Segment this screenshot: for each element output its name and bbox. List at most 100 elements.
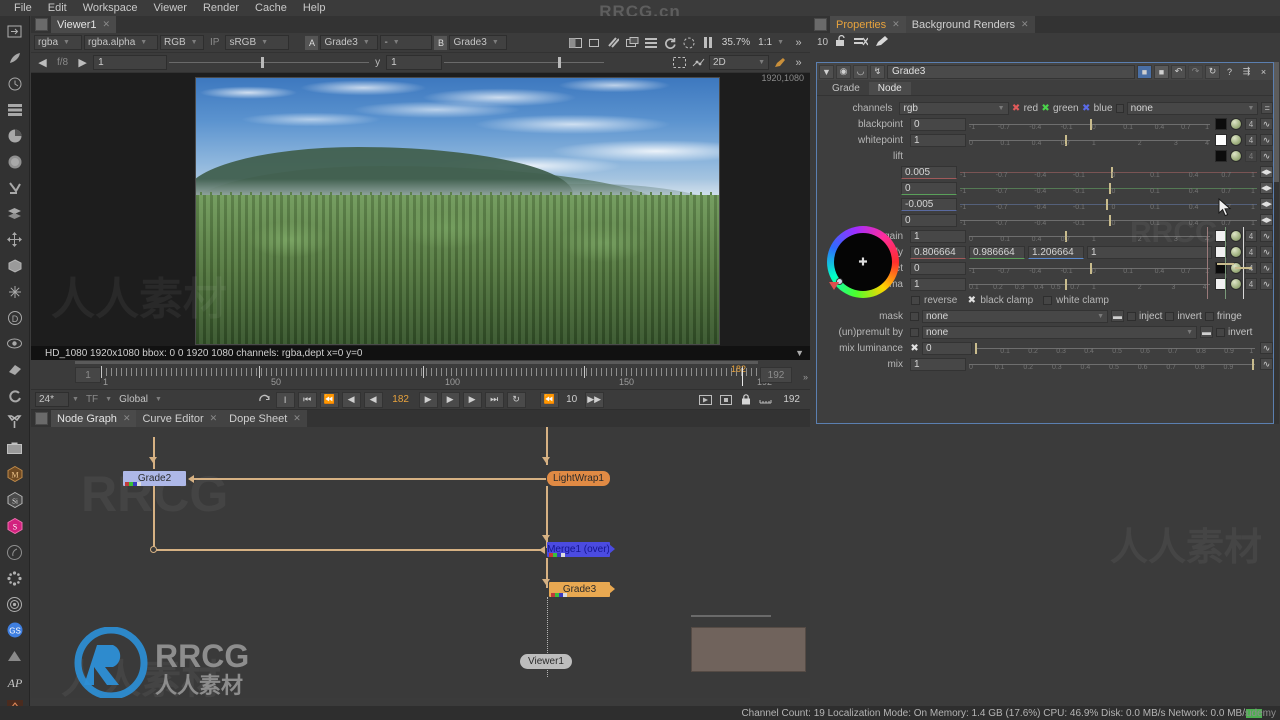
- furnace-icon[interactable]: [3, 541, 27, 564]
- chevron-down-icon[interactable]: ▼: [105, 396, 112, 403]
- monitor-out-icon[interactable]: [624, 35, 641, 51]
- wipe-icon[interactable]: [567, 35, 584, 51]
- frame-step-field[interactable]: 10: [562, 394, 582, 405]
- float-icon[interactable]: ⇶: [1239, 65, 1254, 79]
- close-icon[interactable]: ✕: [123, 413, 131, 424]
- lift-red-slider[interactable]: -1 -0.7 -0.4 -0.1 0 0.1 0.4 0.7 1: [960, 166, 1257, 179]
- blue-checkbox[interactable]: ✖: [1082, 103, 1091, 114]
- lift-blue-stepper[interactable]: ◀▶: [1260, 198, 1273, 210]
- input-a-dropdown[interactable]: Grade3 ▼: [320, 35, 379, 50]
- channel-dropdown[interactable]: rgba ▼: [34, 35, 82, 50]
- whitepoint-swatch[interactable]: [1215, 134, 1227, 146]
- undo-icon[interactable]: ↶: [1171, 64, 1186, 79]
- mix-slider[interactable]: 0 0.1 0.2 0.3 0.4 0.5 0.6 0.7 0.8 0.9: [969, 358, 1255, 371]
- optical-flares-icon[interactable]: [3, 567, 27, 590]
- multiply-blue-input[interactable]: 1.206664: [1028, 245, 1084, 259]
- chevron-down-icon[interactable]: ▼: [72, 396, 79, 403]
- tab-dope-sheet[interactable]: Dope Sheet ✕: [223, 410, 307, 427]
- menu-item-workspace[interactable]: Workspace: [75, 0, 146, 16]
- gamma-input[interactable]: 1: [910, 277, 966, 291]
- zoom-level[interactable]: 35.7%: [719, 37, 753, 48]
- lift-channel-count[interactable]: 4: [1245, 150, 1257, 162]
- premult-dropdown[interactable]: none ▼: [922, 325, 1197, 339]
- prev-keyframe-button[interactable]: ⏪: [319, 391, 339, 408]
- node-lightwrap1[interactable]: LightWrap1: [547, 471, 610, 486]
- panel-menu-icon[interactable]: [35, 412, 48, 425]
- panel-menu-icon[interactable]: [35, 18, 48, 31]
- redo-icon[interactable]: ↷: [1188, 64, 1203, 79]
- clear-all-icon[interactable]: [854, 36, 869, 50]
- last-frame-button[interactable]: ⏭: [484, 391, 504, 408]
- properties-scrollbar[interactable]: [1274, 62, 1279, 424]
- fullrange-icon[interactable]: [717, 392, 734, 408]
- gamma-animate-icon[interactable]: ∿: [1260, 278, 1273, 290]
- step-forward-button[interactable]: ▶: [440, 391, 460, 408]
- channel-alpha-dropdown[interactable]: rgba.alpha ▼: [84, 35, 158, 50]
- node-grade2[interactable]: Grade2: [123, 471, 186, 486]
- menu-item-file[interactable]: File: [6, 0, 40, 16]
- close-icon[interactable]: ✕: [293, 413, 301, 424]
- loop-icon[interactable]: [256, 392, 273, 408]
- color-node-icon[interactable]: [3, 124, 27, 147]
- white-clamp-checkbox[interactable]: [1043, 295, 1053, 305]
- close-icon[interactable]: ✕: [103, 19, 111, 30]
- mix-luminance-animate-icon[interactable]: ∿: [1260, 342, 1273, 354]
- menu-item-edit[interactable]: Edit: [40, 0, 75, 16]
- lift-red-stepper[interactable]: ◀▶: [1260, 166, 1273, 178]
- lift-colorwheel-icon[interactable]: [1230, 150, 1242, 162]
- pen-icon[interactable]: [771, 55, 788, 71]
- viewer-image[interactable]: [195, 77, 720, 345]
- unlock-icon[interactable]: [835, 34, 847, 50]
- lift-red-input[interactable]: 0.005: [901, 165, 957, 179]
- lift-alpha-stepper[interactable]: ◀▶: [1260, 214, 1273, 226]
- chevron-down-icon[interactable]: ▼: [795, 348, 804, 358]
- mix-luminance-checkbox[interactable]: ✖: [910, 343, 919, 354]
- tab-viewer1[interactable]: Viewer1 ✕: [51, 16, 117, 33]
- edit-pencil-icon[interactable]: [875, 35, 889, 50]
- filter-node-icon[interactable]: [3, 150, 27, 173]
- lift-vertical-sliders[interactable]: [1205, 227, 1252, 299]
- pixel-ratio[interactable]: 1:1: [755, 37, 775, 48]
- branch-icon[interactable]: ↯: [870, 64, 885, 79]
- red-checkbox[interactable]: ✖: [1012, 103, 1021, 114]
- offset-slider[interactable]: -1-0.7-0.4 -0.100.1 0.40.71: [969, 262, 1210, 275]
- channel-node-icon[interactable]: [3, 98, 27, 121]
- sapphire-icon[interactable]: S: [3, 515, 27, 538]
- silhouette-icon[interactable]: Si: [3, 489, 27, 512]
- menu-item-help[interactable]: Help: [295, 0, 334, 16]
- lift-blue-input[interactable]: -0.005: [901, 197, 957, 211]
- wire-dot[interactable]: [150, 546, 157, 553]
- color-picker-icon[interactable]: ◉: [836, 64, 851, 79]
- roi-select-icon[interactable]: [671, 55, 688, 71]
- channels-extra-dropdown[interactable]: none ▼: [1126, 101, 1259, 115]
- particles-node-icon[interactable]: [3, 280, 27, 303]
- first-frame-button[interactable]: ⏮: [297, 391, 317, 408]
- menu-item-cache[interactable]: Cache: [247, 0, 295, 16]
- whitepoint-animate-icon[interactable]: ∿: [1260, 134, 1273, 146]
- 3d-node-icon[interactable]: [3, 254, 27, 277]
- sync-icon[interactable]: [757, 392, 774, 408]
- goto-in-button[interactable]: I: [275, 391, 295, 408]
- next-keyframe-button[interactable]: ▶: [462, 391, 482, 408]
- collapse-icon[interactable]: ▼: [819, 64, 834, 79]
- green-checkbox[interactable]: ✖: [1041, 103, 1050, 114]
- gain-decrease-icon[interactable]: ◀: [34, 55, 51, 71]
- lift-blue-slider[interactable]: -1-0.7-0.4 -0.100.1 0.40.71: [960, 198, 1257, 211]
- view-mode-dropdown[interactable]: 2D ▼: [709, 55, 769, 70]
- lift-animate-icon[interactable]: ∿: [1260, 150, 1273, 162]
- lift-green-slider[interactable]: -1 -0.7 -0.4 -0.1 0 0.1 0.4 0.7 1: [960, 182, 1257, 195]
- mocha-icon[interactable]: M: [3, 463, 27, 486]
- channels-menu-icon[interactable]: =: [1261, 102, 1274, 114]
- viewer-canvas[interactable]: 1920,1080 人人素材 HD_1080 1920x1080 bbox: 0…: [31, 73, 810, 360]
- gamma-input[interactable]: 1: [386, 55, 443, 70]
- gain-input[interactable]: 1: [93, 55, 168, 70]
- loop-mode-button[interactable]: ↻: [506, 391, 526, 408]
- blackpoint-channel-count[interactable]: 4: [1245, 118, 1257, 130]
- lift-alpha-input[interactable]: 0: [901, 213, 957, 227]
- timeline-ruler[interactable]: 1 1 50 100 150 192 182 192 »: [31, 360, 810, 390]
- node-preview-thumb[interactable]: [691, 627, 806, 672]
- proxy-icon[interactable]: [605, 35, 622, 51]
- blackpoint-input[interactable]: 0: [910, 117, 966, 131]
- roi-icon[interactable]: [586, 35, 603, 51]
- triangle-plugin-icon[interactable]: [3, 645, 27, 668]
